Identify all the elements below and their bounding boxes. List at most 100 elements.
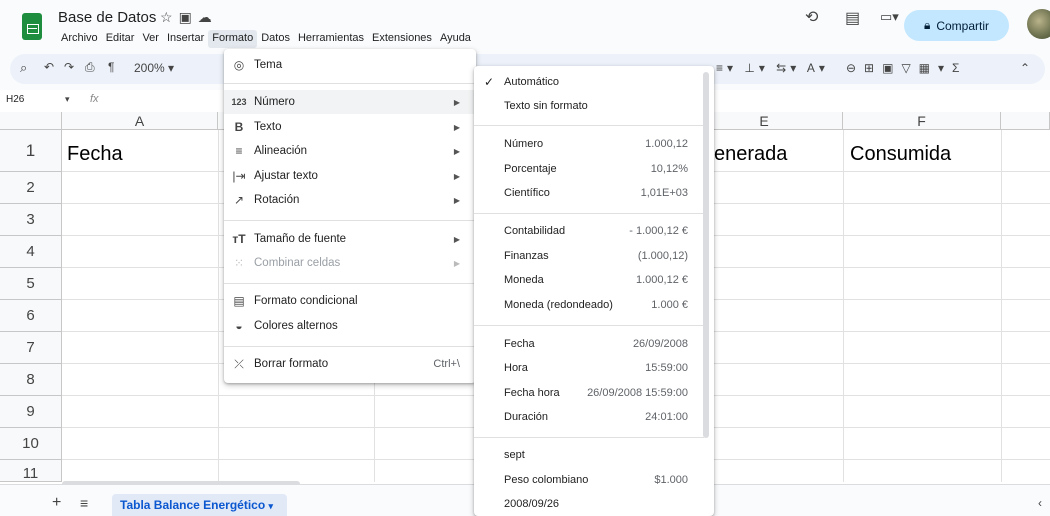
row-header-7[interactable]: 7 (0, 332, 62, 364)
row-header-5[interactable]: 5 (0, 268, 62, 300)
wrap-icon: |⇥ (232, 169, 246, 183)
row-header-6[interactable]: 6 (0, 300, 62, 332)
comments-icon[interactable]: ▤ (845, 8, 860, 28)
menu-ver[interactable]: Ver (138, 30, 163, 48)
row-header-1[interactable]: 1 (0, 130, 62, 172)
menu-item-tamano-fuente[interactable]: ᴛT Tamaño de fuente ▶ (224, 227, 476, 251)
option-moneda[interactable]: Moneda 1.000,12 € (474, 268, 704, 292)
undo-icon[interactable]: ↶ (44, 60, 54, 74)
menu-item-borrar-formato[interactable]: ⤫ Borrar formato Ctrl+\ (224, 352, 476, 376)
menu-archivo[interactable]: Archivo (57, 30, 102, 48)
sheet-tab-active[interactable]: Tabla Balance Energético ▾ (112, 494, 287, 516)
column-divider (218, 130, 219, 482)
column-header-g[interactable] (1001, 112, 1050, 130)
option-duracion[interactable]: Duración 24:01:00 (474, 405, 704, 429)
scroll-tabs-left-icon[interactable]: ‹ (1038, 496, 1042, 510)
menu-editar[interactable]: Editar (102, 30, 139, 48)
menu-separator (474, 125, 704, 126)
menu-ayuda[interactable]: Ayuda (436, 30, 475, 48)
toolbar-insert-controls[interactable]: ⊖⊞▣▽▦▾Σ (846, 61, 967, 75)
avatar[interactable] (1027, 9, 1050, 39)
paint-format-icon[interactable]: ¶ (108, 60, 114, 74)
option-automatico[interactable]: ✓ Automático (474, 70, 704, 94)
submenu-arrow-icon: ▶ (453, 171, 460, 181)
row-header-3[interactable]: 3 (0, 204, 62, 236)
option-hora[interactable]: Hora 15:59:00 (474, 356, 704, 380)
select-all-corner[interactable] (0, 112, 62, 130)
submenu-arrow-icon: ▶ (453, 258, 460, 268)
name-box-dropdown-icon[interactable]: ▾ (65, 94, 70, 105)
print-icon[interactable]: ⎙ (85, 60, 95, 75)
redo-icon[interactable]: ↷ (64, 60, 74, 74)
row-header-2[interactable]: 2 (0, 172, 62, 204)
option-fecha[interactable]: Fecha 26/09/2008 (474, 332, 704, 356)
row-header-4[interactable]: 4 (0, 236, 62, 268)
cell-a1[interactable]: Fecha (67, 143, 123, 166)
option-moneda-redondeado[interactable]: Moneda (redondeado) 1.000 € (474, 293, 704, 317)
menu-item-formato-condicional[interactable]: ▤ Formato condicional (224, 289, 476, 313)
menu-formato[interactable]: Formato (208, 30, 258, 48)
menu-insertar[interactable]: Insertar (163, 30, 208, 48)
option-contabilidad[interactable]: Contabilidad - 1.000,12 € (474, 219, 704, 243)
menu-item-colores-alternos[interactable]: ◒ Colores alternos (224, 314, 476, 338)
collapse-toolbar-icon[interactable]: ⌃ (1020, 61, 1030, 75)
formato-menu: ◎ Tema 123 Número ▶ B Texto ▶ ≡ Alineación ▶ |⇥… (224, 49, 476, 383)
search-menus-icon[interactable]: ⌕ (20, 60, 27, 76)
cell-f1[interactable]: Consumida (850, 143, 951, 166)
column-header-a[interactable]: A (62, 112, 218, 130)
option-finanzas[interactable]: Finanzas (1.000,12) (474, 244, 704, 268)
rotate-icon: ↗ (233, 193, 245, 207)
menu-item-rotacion[interactable]: ↗ Rotación ▶ (224, 188, 476, 212)
row-header-10[interactable]: 10 (0, 428, 62, 460)
menu-item-alineacion[interactable]: ≡ Alineación ▶ (224, 139, 476, 163)
submenu-arrow-icon: ▶ (453, 234, 460, 244)
sheet-tab-label: Tabla Balance Energético (120, 498, 266, 512)
menu-item-numero[interactable]: 123 Número ▶ (224, 90, 476, 114)
row-header-11[interactable]: 11 (0, 460, 62, 482)
menu-bar: Archivo Editar Ver Insertar Formato Dato… (57, 30, 475, 48)
name-box[interactable]: H26 (6, 94, 24, 105)
submenu-arrow-icon: ▶ (453, 195, 460, 205)
sheets-logo-icon[interactable] (22, 13, 42, 40)
option-fecha-iso[interactable]: 2008/09/26 (474, 492, 704, 516)
history-icon[interactable]: ⟲ (805, 7, 818, 27)
column-divider (843, 130, 844, 482)
number-icon: 123 (231, 97, 247, 107)
row-header-8[interactable]: 8 (0, 364, 62, 396)
cell-e1[interactable]: enerada (714, 143, 787, 166)
add-sheet-icon[interactable]: + (52, 494, 61, 512)
meet-icon[interactable]: ▭▾ (880, 9, 899, 25)
menu-item-tema[interactable]: ◎ Tema (224, 53, 476, 77)
option-numero[interactable]: Número 1.000,12 (474, 132, 704, 156)
menu-extensiones[interactable]: Extensiones (368, 30, 436, 48)
move-folder-icon[interactable]: ▣ (179, 9, 198, 25)
document-title[interactable]: Base de Datos (58, 9, 156, 26)
row-header-9[interactable]: 9 (0, 396, 62, 428)
fx-icon: fx (90, 93, 99, 105)
menu-item-ajustar-texto[interactable]: |⇥ Ajustar texto ▶ (224, 164, 476, 188)
menu-herramientas[interactable]: Herramientas (294, 30, 368, 48)
column-header-f[interactable]: F (843, 112, 1001, 130)
share-button[interactable]: 🔒︎ Compartir (904, 10, 1009, 41)
shortcut-label: Ctrl+\ (433, 358, 460, 370)
submenu-scrollbar[interactable] (703, 72, 709, 438)
clear-format-icon: ⤫ (234, 356, 244, 371)
menu-datos[interactable]: Datos (257, 30, 294, 48)
cloud-saved-icon[interactable]: ☁ (198, 9, 218, 25)
sheet-tab-dropdown-icon[interactable]: ▾ (269, 501, 274, 511)
toolbar-format-controls[interactable]: ≡▾ ⊥▾ ⇆▾ A▾ (716, 61, 829, 75)
menu-item-texto[interactable]: B Texto ▶ (224, 115, 476, 139)
title-actions: ☆▣☁ (160, 9, 218, 26)
option-peso-colombiano[interactable]: Peso colombiano $1.000 (474, 468, 704, 492)
menu-item-combinar-celdas: ⁙ Combinar celdas ▶ (224, 251, 476, 275)
option-cientifico[interactable]: Científico 1,01E+03 (474, 181, 704, 205)
option-fecha-hora[interactable]: Fecha hora 26/09/2008 15:59:00 (474, 381, 704, 405)
star-icon[interactable]: ☆ (160, 9, 179, 25)
submenu-arrow-icon: ▶ (453, 122, 460, 132)
zoom-select[interactable]: 200% ▾ (134, 61, 174, 75)
option-sept[interactable]: sept (474, 443, 704, 467)
bold-icon: B (234, 120, 244, 134)
all-sheets-icon[interactable]: ≡ (80, 495, 88, 511)
option-texto-sin-formato[interactable]: Texto sin formato (474, 94, 704, 118)
option-porcentaje[interactable]: Porcentaje 10,12% (474, 157, 704, 181)
